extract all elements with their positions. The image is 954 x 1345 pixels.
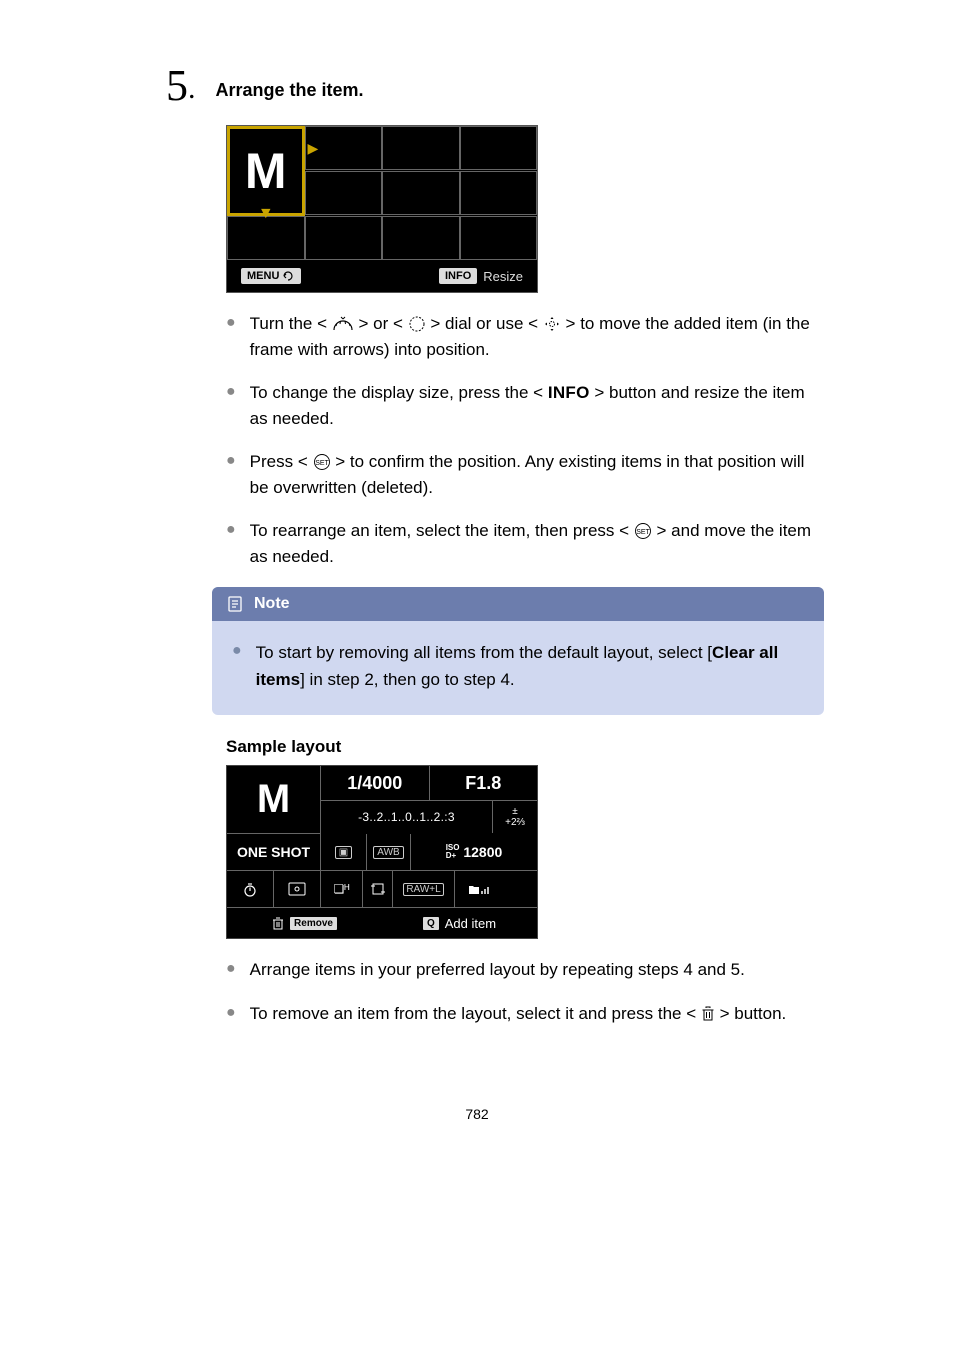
sample-bullets: ● Arrange items in your preferred layout… bbox=[226, 957, 824, 1026]
bullet-3: ● Press < SET > to confirm the position.… bbox=[226, 449, 824, 500]
step-number: 5. bbox=[166, 60, 196, 111]
page-number: 782 bbox=[130, 1106, 824, 1122]
grid-cell-r1c2: ▶ bbox=[305, 126, 383, 170]
sample-layout-label: Sample layout bbox=[226, 737, 824, 757]
note-box: Note ● To start by removing all items fr… bbox=[212, 587, 824, 715]
step5-bullets: ● Turn the < > or < > dial or use < > to… bbox=[226, 311, 824, 569]
step-title: Arrange the item. bbox=[216, 80, 364, 101]
bullet-1: ● Turn the < > or < > dial or use < > to… bbox=[226, 311, 824, 362]
sample-shutter: 1/4000 bbox=[321, 766, 430, 800]
note-bullet: ● To start by removing all items from th… bbox=[232, 639, 804, 693]
trash-icon bbox=[272, 916, 284, 930]
bullet-icon: ● bbox=[226, 380, 236, 431]
grid-cell-r1c4 bbox=[460, 126, 538, 170]
main-dial-icon bbox=[332, 316, 354, 332]
bullet-4: ● To rearrange an item, select the item,… bbox=[226, 518, 824, 569]
menu-back-badge: MENU bbox=[241, 268, 301, 284]
note-header: Note bbox=[212, 587, 824, 621]
grid-cell-r2c2 bbox=[305, 171, 383, 215]
info-resize-badge: INFO Resize bbox=[439, 268, 523, 284]
bullet-icon: ● bbox=[226, 1001, 236, 1027]
sample-iso: ISOD+ 12800 bbox=[411, 834, 537, 870]
sample-quality: RAW+L bbox=[393, 871, 455, 907]
sample-drive-hs: ❏ᴴ bbox=[321, 871, 363, 907]
bullet-icon: ● bbox=[226, 311, 236, 362]
arrange-screen-illustration: M ▼ ▶ MENU INFO Resize bbox=[226, 125, 538, 293]
quick-dial-icon bbox=[408, 315, 426, 333]
set-button-icon: SET bbox=[313, 453, 331, 471]
sample-exposure-scale: -3..2..1..0..1..2.:3 bbox=[321, 801, 493, 833]
sample-flash-comp: ±+2⅔ bbox=[493, 801, 537, 833]
trash-icon bbox=[701, 1005, 715, 1021]
svg-text:SET: SET bbox=[636, 529, 650, 536]
selected-item-m: M ▼ bbox=[227, 126, 305, 216]
grid-cell-r1c3 bbox=[382, 126, 460, 170]
self-timer-icon bbox=[241, 880, 259, 898]
grid-cell-r3c4 bbox=[460, 216, 538, 260]
bullet-icon: ● bbox=[226, 518, 236, 569]
sample-drive bbox=[227, 871, 274, 907]
bullet-icon: ● bbox=[226, 957, 236, 983]
crop-icon bbox=[370, 881, 386, 897]
grid-cell-r2c4 bbox=[460, 171, 538, 215]
bullet-2: ● To change the display size, press the … bbox=[226, 380, 824, 431]
sample-mode: M bbox=[227, 766, 321, 834]
note-icon bbox=[226, 595, 244, 613]
sample-add-hint: Q Add item bbox=[382, 908, 537, 938]
evaluative-icon bbox=[287, 881, 307, 897]
sample-eval-meter bbox=[274, 871, 321, 907]
bullet-6: ● To remove an item from the layout, sel… bbox=[226, 1001, 824, 1027]
set-button-icon: SET bbox=[634, 522, 652, 540]
back-icon bbox=[283, 271, 295, 281]
right-arrow-icon: ▶ bbox=[308, 140, 319, 157]
bullet-5: ● Arrange items in your preferred layout… bbox=[226, 957, 824, 983]
sample-crop bbox=[363, 871, 393, 907]
sample-af-mode: ONE SHOT bbox=[227, 834, 321, 870]
bullet-icon: ● bbox=[226, 449, 236, 500]
sample-metering: ▣ bbox=[321, 834, 367, 870]
down-arrow-icon: ▼ bbox=[258, 205, 274, 223]
multi-controller-icon bbox=[543, 315, 561, 333]
step-header: 5. Arrange the item. bbox=[166, 60, 824, 111]
sample-wb: AWB bbox=[367, 834, 411, 870]
bullet-icon: ● bbox=[232, 639, 242, 693]
sample-layout-illustration: M 1/4000 F1.8 -3..2..1..0..1..2.:3 ±+2⅔ … bbox=[226, 765, 538, 939]
folder-signal-icon bbox=[467, 881, 489, 897]
grid-cell-r3c2 bbox=[305, 216, 383, 260]
grid-cell-r3c3 bbox=[382, 216, 460, 260]
svg-text:SET: SET bbox=[315, 460, 329, 467]
grid-cell-r2c3 bbox=[382, 171, 460, 215]
sample-aperture: F1.8 bbox=[430, 766, 538, 800]
sample-remove-hint: Remove bbox=[227, 908, 382, 938]
sample-comm bbox=[455, 871, 501, 907]
